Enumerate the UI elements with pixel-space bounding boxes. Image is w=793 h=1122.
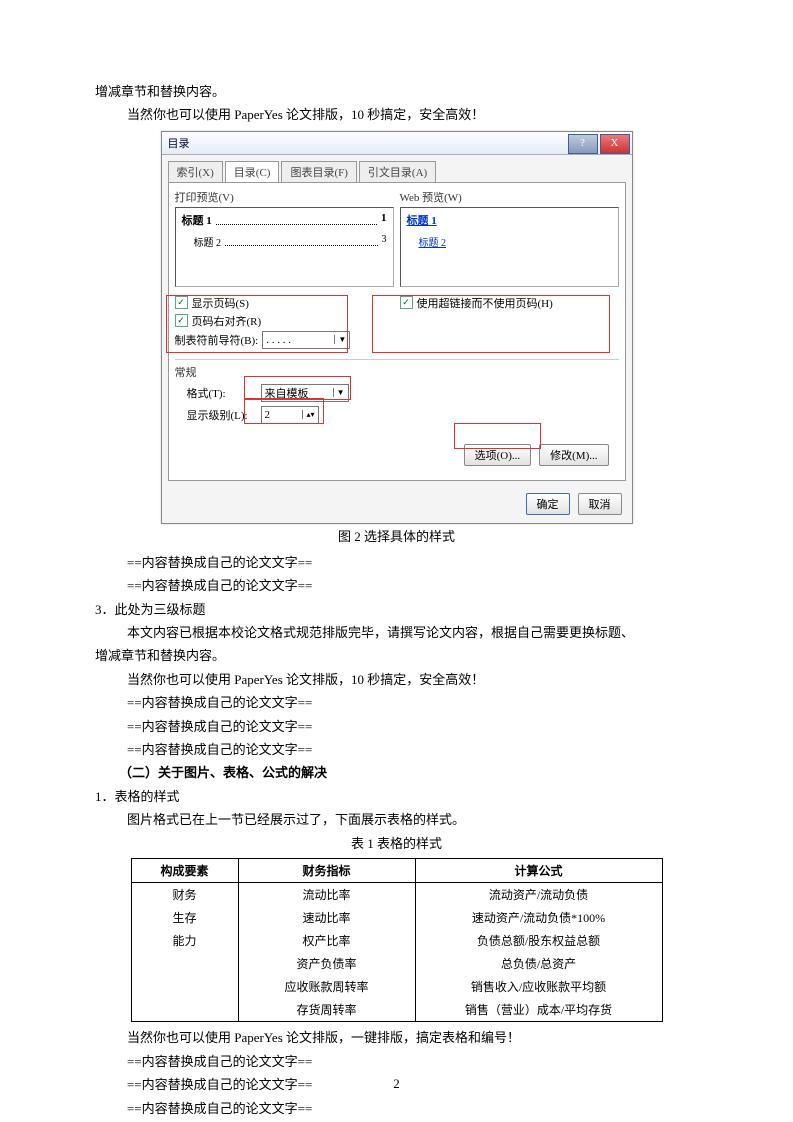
table-caption: 表 1 表格的样式: [95, 833, 698, 852]
para-line: 当然你也可以使用 PaperYes 论文排版，10 秒搞定，安全高效！: [95, 668, 698, 691]
format-label: 格式(T):: [187, 385, 257, 401]
table-cell: 能力: [131, 929, 238, 952]
table-cell: 流动资产/流动负债: [415, 883, 662, 907]
select-value: 来自模板: [265, 385, 309, 401]
subheading: 1．表格的样式: [95, 785, 698, 808]
web-preview-label: Web 预览(W): [400, 189, 619, 205]
placeholder-text: ==内容替换成自己的论文文字==: [95, 691, 698, 714]
tab-leader-select[interactable]: . . . . . ▼: [262, 331, 350, 349]
chevron-down-icon: ▼: [333, 388, 345, 397]
table-row: 能力权产比率负债总额/股东权益总额: [131, 929, 662, 952]
table-row: 存货周转率销售（营业）成本/平均存货: [131, 998, 662, 1022]
para-line: 当然你也可以使用 PaperYes 论文排版，10 秒搞定，安全高效！: [95, 103, 698, 126]
checkbox-label: 页码右对齐(R): [192, 313, 262, 329]
table-cell: 存货周转率: [238, 998, 415, 1022]
placeholder-text: ==内容替换成自己的论文文字==: [95, 738, 698, 761]
table-header: 构成要素: [131, 859, 238, 883]
placeholder-text: ==内容替换成自己的论文文字==: [95, 715, 698, 738]
placeholder-text: ==内容替换成自己的论文文字==: [95, 551, 698, 574]
para-line: 本文内容已根据本校论文格式规范排版完毕，请撰写论文内容，根据自己需要更换标题、: [95, 621, 698, 644]
dialog-titlebar: 目录 ? X: [162, 132, 632, 155]
checkbox-hyperlink[interactable]: ✓使用超链接而不使用页码(H): [400, 295, 619, 311]
placeholder-text: ==内容替换成自己的论文文字==: [95, 1097, 698, 1120]
table-cell: 应收账款周转率: [238, 975, 415, 998]
levels-label: 显示级别(L):: [187, 407, 257, 423]
general-label: 常规: [175, 364, 619, 380]
table-cell: 财务: [131, 883, 238, 907]
dialog-title: 目录: [168, 135, 568, 151]
para-line: 增减章节和替换内容。: [95, 80, 698, 103]
table-cell: 权产比率: [238, 929, 415, 952]
help-button[interactable]: ?: [568, 134, 598, 154]
table-row: 财务流动比率流动资产/流动负债: [131, 883, 662, 907]
table-header: 计算公式: [415, 859, 662, 883]
table-row: 生存速动比率速动资产/流动负债*100%: [131, 906, 662, 929]
tab-citations[interactable]: 引文目录(A): [359, 161, 436, 182]
web-link2: 标题 2: [419, 234, 447, 249]
dialog-screenshot: 目录 ? X 索引(X) 目录(C) 图表目录(F) 引文目录(A) 打印预览(…: [95, 131, 698, 524]
heading-2: （二）关于图片、表格、公式的解决: [95, 761, 698, 784]
select-value: 2: [265, 409, 271, 421]
table-cell: [131, 998, 238, 1022]
ok-button[interactable]: 确定: [526, 493, 570, 515]
tab-index[interactable]: 索引(X): [168, 161, 223, 182]
tab-figures[interactable]: 图表目录(F): [281, 161, 356, 182]
levels-spinner[interactable]: 2 ▴▾: [261, 406, 319, 424]
table-cell: 销售收入/应收账款平均额: [415, 975, 662, 998]
format-select[interactable]: 来自模板 ▼: [261, 384, 349, 402]
table-cell: 速动资产/流动负债*100%: [415, 906, 662, 929]
figure-caption: 图 2 选择具体的样式: [95, 526, 698, 545]
para-line: 增减章节和替换内容。: [95, 644, 698, 667]
cancel-button[interactable]: 取消: [578, 493, 622, 515]
print-preview-box: 标题 1 1 标题 2 3: [175, 207, 394, 287]
table-header: 财务指标: [238, 859, 415, 883]
tab-leader-row: 制表符前导符(B): . . . . . ▼: [175, 331, 394, 349]
tab-toc[interactable]: 目录(C): [225, 161, 280, 182]
table-cell: 总负债/总资产: [415, 952, 662, 975]
spinner-icon: ▴▾: [302, 410, 314, 419]
checkbox-show-pagenum[interactable]: ✓显示页码(S): [175, 295, 394, 311]
checkbox-label: 显示页码(S): [192, 295, 249, 311]
toc-level1: 标题 1: [182, 212, 212, 228]
page-number: 2: [0, 1076, 793, 1092]
table-cell: [131, 975, 238, 998]
toc-page2: 3: [382, 234, 387, 249]
checkbox-right-align[interactable]: ✓页码右对齐(R): [175, 313, 394, 329]
modify-button[interactable]: 修改(M)...: [539, 444, 608, 466]
toc-page1: 1: [381, 212, 387, 228]
placeholder-text: ==内容替换成自己的论文文字==: [95, 1050, 698, 1073]
table-cell: 流动比率: [238, 883, 415, 907]
web-preview-box: 标题 1 标题 2: [400, 207, 619, 287]
table-cell: 资产负债率: [238, 952, 415, 975]
select-value: . . . . .: [266, 334, 291, 346]
options-button[interactable]: 选项(O)...: [464, 444, 532, 466]
web-link1: 标题 1: [407, 215, 437, 227]
toc-level2: 标题 2: [194, 234, 222, 249]
para-line: 图片格式已在上一节已经展示过了，下面展示表格的样式。: [95, 808, 698, 831]
heading-3: 3．此处为三级标题: [95, 598, 698, 621]
print-preview-label: 打印预览(V): [175, 189, 394, 205]
table-row: 应收账款周转率销售收入/应收账款平均额: [131, 975, 662, 998]
table-header-row: 构成要素 财务指标 计算公式: [131, 859, 662, 883]
table-cell: [131, 952, 238, 975]
tab-leader-label: 制表符前导符(B):: [175, 332, 259, 348]
table-cell: 销售（营业）成本/平均存货: [415, 998, 662, 1022]
table-cell: 速动比率: [238, 906, 415, 929]
table: 构成要素 财务指标 计算公式 财务流动比率流动资产/流动负债 生存速动比率速动资…: [131, 858, 663, 1022]
checkbox-label: 使用超链接而不使用页码(H): [417, 295, 553, 311]
table-cell: 生存: [131, 906, 238, 929]
para-line: 当然你也可以使用 PaperYes 论文排版，一键排版，搞定表格和编号！: [95, 1026, 698, 1049]
placeholder-text: ==内容替换成自己的论文文字==: [95, 574, 698, 597]
table-row: 资产负债率总负债/总资产: [131, 952, 662, 975]
table-cell: 负债总额/股东权益总额: [415, 929, 662, 952]
close-button[interactable]: X: [600, 134, 630, 154]
chevron-down-icon: ▼: [334, 335, 346, 344]
